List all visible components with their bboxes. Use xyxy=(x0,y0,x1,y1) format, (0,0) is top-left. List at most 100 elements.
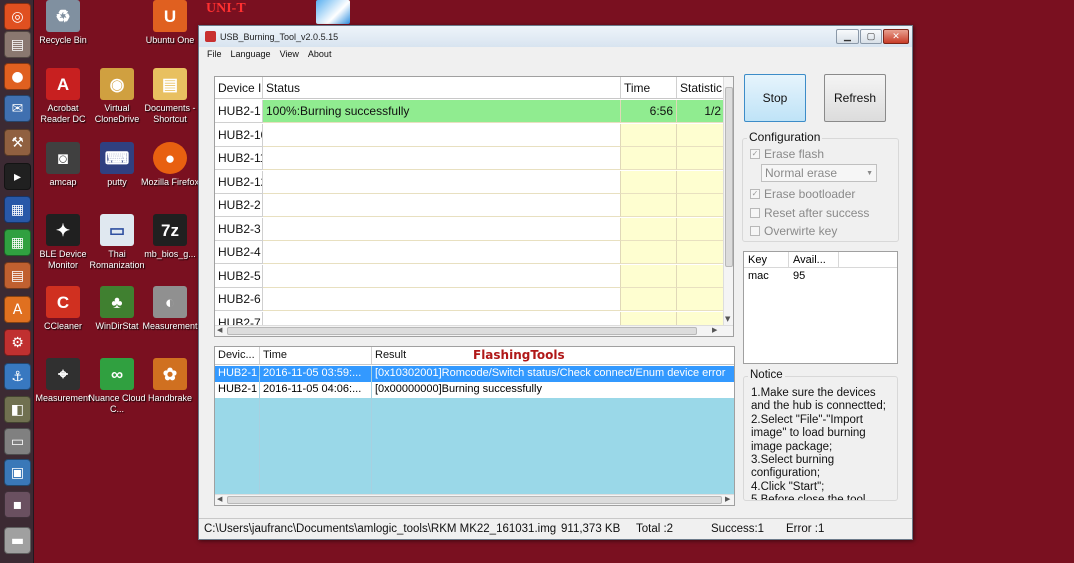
desktop-icon-virtual-clonedrive[interactable]: ◉ Virtual CloneDrive xyxy=(87,68,147,125)
col-status[interactable]: Status xyxy=(263,77,621,98)
desktop-icon-firefox[interactable]: ● Mozilla Firefox xyxy=(140,142,200,188)
desktop-icon-ubuntu-one[interactable]: U Ubuntu One xyxy=(140,0,200,46)
col-device[interactable]: Device I xyxy=(215,77,263,98)
vscroll-thumb[interactable] xyxy=(725,87,733,267)
log-row[interactable]: HUB2-1 2016-11-05 03:59:... [0x10302001]Ro… xyxy=(215,366,734,383)
log-col-time[interactable]: Time xyxy=(260,347,372,364)
device-row[interactable]: HUB2-11 xyxy=(215,147,725,170)
erase-mode-select[interactable]: Normal erase ▼ xyxy=(761,164,877,182)
log-empty-cell xyxy=(260,414,372,431)
desktop-icon-acrobat[interactable]: A Acrobat Reader DC xyxy=(33,68,93,125)
device-cell: HUB2-11 xyxy=(215,147,263,170)
virtualbox-icon[interactable]: ▣ xyxy=(4,459,31,486)
desktop-icon-mb-bios[interactable]: 7z mb_bios_g... xyxy=(140,214,200,260)
log-grid-hscrollbar[interactable]: ◀ ▶ xyxy=(215,494,734,505)
device-row[interactable]: HUB2-6 xyxy=(215,288,725,311)
desktop-icon-thai-romanization[interactable]: ▭ Thai Romanization xyxy=(87,214,147,271)
close-button[interactable]: ✕ xyxy=(883,29,909,44)
scroll-down-arrow-icon[interactable]: ▼ xyxy=(725,315,730,323)
menu-view[interactable]: View xyxy=(280,49,299,59)
erase-flash-checkbox[interactable]: ✓ Erase flash xyxy=(750,147,824,161)
log-row-empty[interactable] xyxy=(215,414,734,431)
statistic-cell xyxy=(677,123,725,147)
firefox-launcher-icon[interactable]: ● xyxy=(4,63,31,90)
maximize-button[interactable]: ▢ xyxy=(860,29,882,44)
reset-after-success-checkbox[interactable]: Reset after success xyxy=(750,206,869,220)
desktop-icon-measurement[interactable]: ◐ Measurement xyxy=(140,286,200,332)
app-shortcut-icon[interactable] xyxy=(316,0,350,24)
scroll-right-arrow-icon[interactable]: ▶ xyxy=(725,495,730,503)
key-col-avail[interactable]: Avail... xyxy=(789,252,839,267)
device-cell: HUB2-10 xyxy=(215,123,263,147)
checkbox-box xyxy=(750,208,760,218)
chevron-down-icon: ▼ xyxy=(866,169,873,177)
menu-file[interactable]: File xyxy=(207,49,222,59)
scroll-right-arrow-icon[interactable]: ▶ xyxy=(712,326,717,334)
desktop-icon-label: Virtual CloneDrive xyxy=(94,103,140,124)
statistic-cell: 1/2 xyxy=(677,100,725,123)
software-center-icon[interactable]: A xyxy=(4,296,31,323)
desktop-icon-amcap[interactable]: ◙ amcap xyxy=(33,142,93,188)
desktop-icon-nuance[interactable]: ∞ Nuance Cloud C... xyxy=(87,358,147,415)
device-row[interactable]: HUB2-2 xyxy=(215,194,725,217)
key-row[interactable]: mac 95 xyxy=(744,268,897,284)
device-row[interactable]: HUB2-4 xyxy=(215,241,725,264)
writer-icon[interactable]: ▦ xyxy=(4,196,31,223)
trash-icon[interactable]: ▬ xyxy=(4,527,31,554)
device-row[interactable]: HUB2-12 xyxy=(215,170,725,194)
image-viewer-icon[interactable]: ◧ xyxy=(4,396,31,423)
printer-icon[interactable]: ▭ xyxy=(4,428,31,455)
key-col-key[interactable]: Key xyxy=(744,252,789,267)
log-empty-cell xyxy=(372,462,734,479)
title-bar[interactable]: USB_Burning_Tool_v2.0.5.15 ▁ ▢ ✕ xyxy=(199,26,912,47)
device-grid-hscrollbar[interactable]: ◀ ▶ xyxy=(215,325,733,336)
device-row[interactable]: HUB2-10 xyxy=(215,123,725,147)
calc-icon[interactable]: ▦ xyxy=(4,229,31,256)
desktop-icon-putty[interactable]: ⌨ putty xyxy=(87,142,147,188)
desktop-icon-ble-monitor[interactable]: ✦ BLE Device Monitor xyxy=(33,214,93,271)
statistic-cell xyxy=(677,264,725,288)
window-app-icon: ▭ xyxy=(100,214,134,246)
desktop-icon-documents[interactable]: ▤ Documents - Shortcut xyxy=(140,68,200,125)
log-col-device[interactable]: Devic... xyxy=(215,347,260,364)
desktop-icon-handbrake[interactable]: ✿ Handbrake xyxy=(140,358,200,404)
col-time[interactable]: Time xyxy=(621,77,677,98)
device-row[interactable]: HUB2-3 xyxy=(215,217,725,241)
impress-icon[interactable]: ▤ xyxy=(4,262,31,289)
col-statistic[interactable]: Statistic xyxy=(677,77,725,98)
device-row[interactable]: HUB2-5 xyxy=(215,264,725,288)
scroll-left-arrow-icon[interactable]: ◀ xyxy=(217,495,222,503)
terminal-icon[interactable]: ▸ xyxy=(4,163,31,190)
settings-icon[interactable]: ⚙ xyxy=(4,329,31,356)
device-grid-vscrollbar[interactable]: ▼ xyxy=(723,77,733,326)
menu-language[interactable]: Language xyxy=(231,49,271,59)
desktop-icon-measurement-2[interactable]: ⌖ Measurement xyxy=(33,358,93,404)
desktop-icon-recycle-bin[interactable]: ♻ Recycle Bin xyxy=(33,0,93,46)
log-row-empty[interactable] xyxy=(215,446,734,463)
hscroll-thumb[interactable] xyxy=(227,496,722,504)
desktop-icon-ccleaner[interactable]: C CCleaner xyxy=(33,286,93,332)
minimize-button[interactable]: ▁ xyxy=(836,29,859,44)
tools-icon[interactable]: ⚒ xyxy=(4,129,31,156)
menu-about[interactable]: About xyxy=(308,49,332,59)
thunderbird-icon[interactable]: ✉ xyxy=(4,95,31,122)
log-row-empty[interactable] xyxy=(215,462,734,479)
anchor-icon[interactable]: ⚓ xyxy=(4,363,31,390)
hscroll-thumb[interactable] xyxy=(227,327,697,335)
log-row-empty[interactable] xyxy=(215,478,734,495)
overwrite-key-checkbox[interactable]: Overwirte key xyxy=(750,224,837,238)
log-row[interactable]: HUB2-1 2016-11-05 04:06:... [0x00000000]Bu… xyxy=(215,382,734,399)
erase-bootloader-checkbox[interactable]: ✓ Erase bootloader xyxy=(750,187,855,201)
log-row-empty[interactable] xyxy=(215,430,734,447)
device-row[interactable]: HUB2-1 100%:Burning successfully 6:56 1/2 xyxy=(215,100,725,123)
desktop-icon-windirstat[interactable]: ♣ WinDirStat xyxy=(87,286,147,332)
desktop-icon-label: Handbrake xyxy=(147,393,193,403)
log-row-empty[interactable] xyxy=(215,398,734,415)
log-empty-cell xyxy=(215,398,260,415)
refresh-button[interactable]: Refresh xyxy=(824,74,886,122)
files-icon[interactable]: ▤ xyxy=(4,31,31,58)
ubuntu-dash-icon[interactable]: ◎ xyxy=(4,3,31,30)
stop-button[interactable]: Stop xyxy=(744,74,806,122)
workspace-icon[interactable]: ▪ xyxy=(4,491,31,518)
scroll-left-arrow-icon[interactable]: ◀ xyxy=(217,326,222,334)
